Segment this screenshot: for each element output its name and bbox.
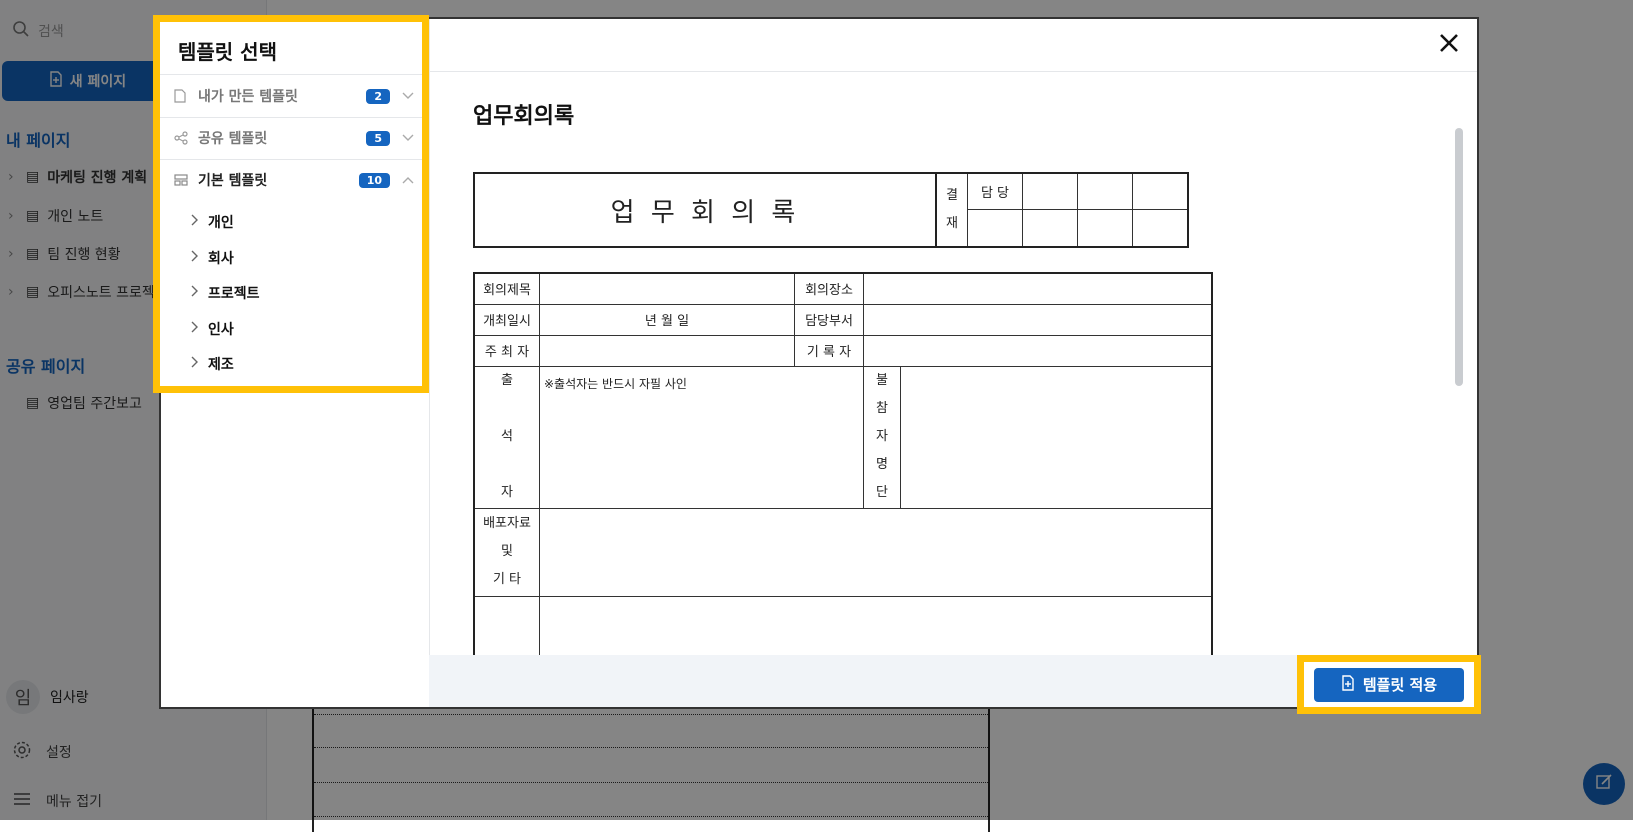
recorder-label: 기 록 자 [794,334,864,367]
subcategory-personal[interactable]: 개인 [190,212,234,232]
count-badge: 5 [366,130,390,146]
chevron-right-icon [190,285,198,301]
signature-cell[interactable] [1077,208,1133,248]
meeting-table: 회의제목 회의장소 개최일시 년 월 일 담당부서 주 최 자 기 록 자 출석… [473,272,1213,655]
attendee-note[interactable]: ※출석자는 반드시 자필 사인 [539,365,864,509]
chevron-right-icon [190,321,198,337]
chevron-right-icon [190,250,198,266]
apply-template-button[interactable]: 템플릿 적용 [1314,667,1464,702]
preview-scrollbar[interactable] [1455,128,1463,386]
approval-cell[interactable] [1022,172,1078,210]
absentees-value[interactable] [900,365,1213,509]
chevron-down-icon [402,92,414,100]
handouts-value[interactable] [539,507,1213,597]
approval-cell[interactable] [1077,172,1133,210]
meeting-datetime-label: 개최일시 [473,303,540,336]
subcategory-label: 제조 [208,357,234,373]
layout-icon [174,174,190,186]
extra-label [473,595,540,655]
template-preview: 업무회의록 업 무 회 의 록 결재 담 당 회의제목 회의장소 개최일시 년 … [429,72,1465,655]
meeting-datetime-value[interactable]: 년 월 일 [539,303,795,336]
host-label: 주 최 자 [473,334,540,367]
subcategory-hr[interactable]: 인사 [190,319,234,339]
close-icon [1438,32,1460,58]
absentees-label: 불참자명단 [863,365,901,509]
category-label: 기본 템플릿 [198,173,268,189]
category-my-templates[interactable]: 내가 만든 템플릿 2 [174,76,414,116]
signature-cell[interactable] [1132,208,1189,248]
subcategory-label: 개인 [208,215,234,231]
category-label: 공유 템플릿 [198,131,268,147]
chevron-right-icon [190,214,198,230]
count-badge: 10 [358,172,390,188]
doc-heading-table: 업 무 회 의 록 결재 담 당 [473,172,1189,248]
category-shared-templates[interactable]: 공유 템플릿 5 [174,118,414,158]
chevron-down-icon [402,134,414,142]
subcategory-company[interactable]: 회사 [190,248,234,268]
apply-label: 템플릿 적용 [1362,676,1438,694]
apply-highlight: 템플릿 적용 [1297,655,1481,714]
subcategory-project[interactable]: 프로젝트 [190,283,260,303]
modal-title: 템플릿 선택 [178,40,277,64]
chevron-right-icon [190,356,198,372]
meeting-title-value[interactable] [539,272,795,305]
new-document-icon [1341,674,1355,695]
count-badge: 2 [366,88,390,104]
signature-cell[interactable] [967,208,1023,248]
host-value[interactable] [539,334,795,367]
meeting-title-label: 회의제목 [473,272,540,305]
signature-cell[interactable] [1022,208,1078,248]
attendees-label: 출석자 [473,365,540,509]
subcategory-label: 인사 [208,322,234,338]
close-button[interactable] [1435,31,1463,59]
category-basic-templates[interactable]: 기본 템플릿 10 [174,160,414,200]
subcategory-label: 회사 [208,251,234,267]
subcategory-manufacturing[interactable]: 제조 [190,354,234,374]
chevron-up-icon [402,176,414,184]
recorder-value[interactable] [863,334,1213,367]
handouts-label: 배포자료 및 기 타 [473,507,540,597]
preview-title: 업무회의록 [473,104,575,129]
share-icon [174,131,190,145]
extra-value[interactable] [539,595,1213,655]
department-value[interactable] [863,303,1213,336]
doc-heading: 업 무 회 의 록 [473,172,937,248]
approval-role: 담 당 [967,172,1023,210]
department-label: 담당부서 [794,303,864,336]
category-label: 내가 만든 템플릿 [198,89,298,105]
meeting-place-value[interactable] [863,272,1213,305]
template-category-panel: 템플릿 선택 내가 만든 템플릿 2 공유 템플릿 5 기본 템플릿 10 개인… [153,15,429,393]
subcategory-label: 프로젝트 [208,286,260,302]
document-icon [174,89,190,103]
meeting-place-label: 회의장소 [794,272,864,305]
approval-cell[interactable] [1132,172,1189,210]
approval-label: 결재 [935,172,968,248]
